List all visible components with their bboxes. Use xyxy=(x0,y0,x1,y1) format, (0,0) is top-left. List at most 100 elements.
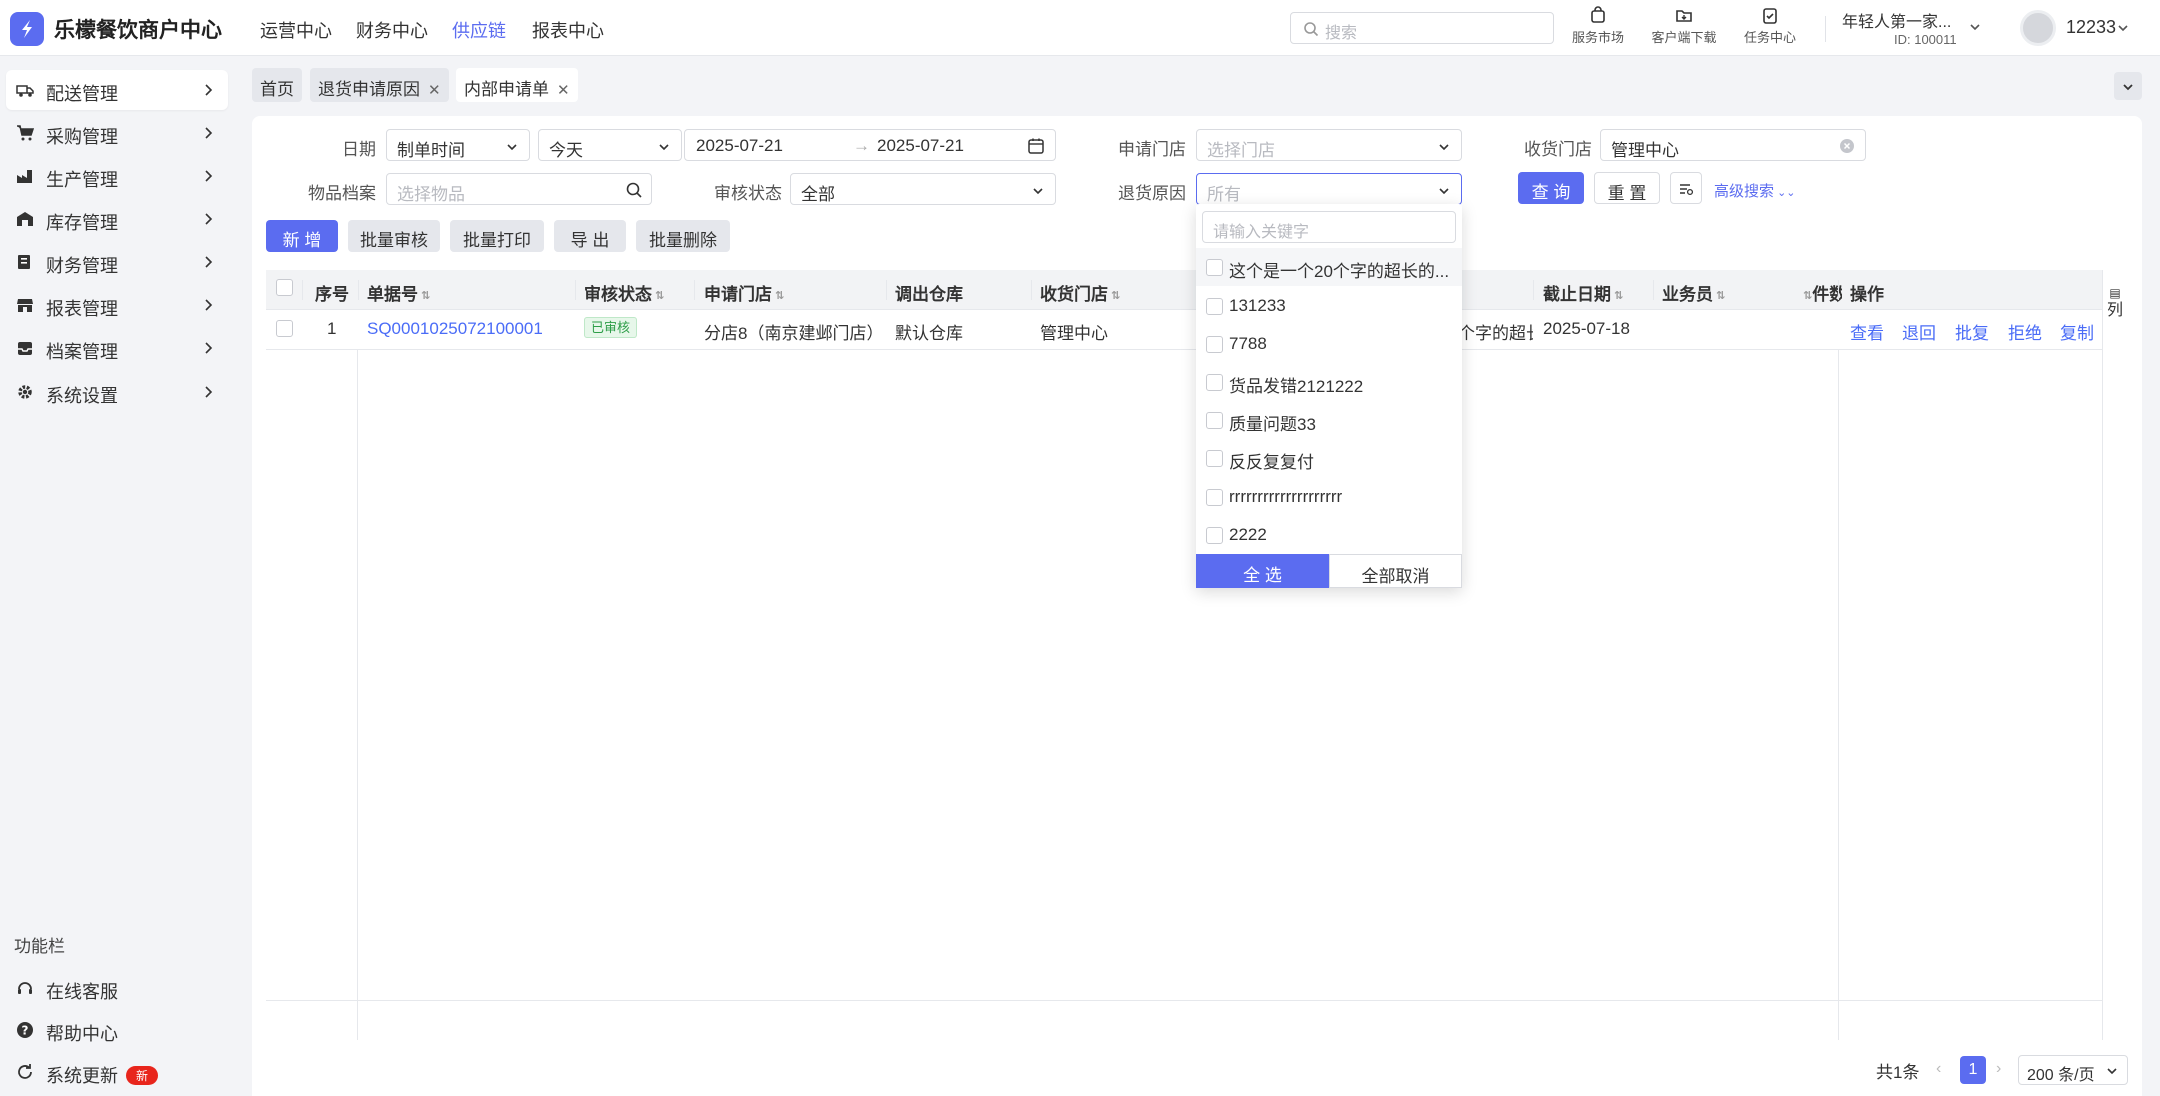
page-number-current[interactable]: 1 xyxy=(1960,1056,1986,1084)
date-start[interactable]: 2025-07-21 xyxy=(696,136,783,156)
help-center-link[interactable]: ? 帮助中心 xyxy=(6,1010,228,1050)
filter-settings-button[interactable] xyxy=(1670,172,1702,204)
dropdown-search-placeholder: 请输入关键字 xyxy=(1213,224,1310,241)
option-checkbox[interactable] xyxy=(1206,527,1223,544)
option-checkbox[interactable] xyxy=(1206,336,1223,353)
sidebar-item-distribution[interactable]: 配送管理 xyxy=(6,70,228,110)
column-header-doc-no[interactable]: 单据号 ⇅ xyxy=(367,280,430,305)
global-search-input[interactable]: 搜索 xyxy=(1290,12,1554,44)
service-market-label: 服务市场 xyxy=(1571,30,1624,45)
audit-status-select[interactable]: 全部 xyxy=(790,173,1056,205)
tab-home[interactable]: 首页 xyxy=(252,68,302,102)
batch-audit-button[interactable]: 批量审核 xyxy=(348,220,440,252)
deselect-all-button[interactable]: 全部取消 xyxy=(1329,554,1462,588)
sort-icon[interactable]: ⇅ xyxy=(1716,289,1725,302)
batch-print-button[interactable]: 批量打印 xyxy=(450,220,544,252)
chevron-down-icon[interactable] xyxy=(2116,21,2130,35)
sort-icon[interactable]: ⇅ xyxy=(421,289,430,302)
column-header-salesperson[interactable]: 业务员 ⇅ xyxy=(1662,280,1725,305)
return-reason-select[interactable]: 所有 xyxy=(1196,173,1462,205)
sidebar-item-inventory[interactable]: 库存管理 xyxy=(6,199,228,239)
dropdown-option[interactable]: 2222 xyxy=(1196,516,1462,554)
sort-icon[interactable]: ⇅ xyxy=(1803,289,1812,302)
tab-internal-request[interactable]: 内部申请单 ✕ xyxy=(456,68,578,102)
dropdown-option[interactable]: 质量问题33 xyxy=(1196,401,1462,439)
sidebar-item-production[interactable]: 生产管理 xyxy=(6,156,228,196)
tab-label: 首页 xyxy=(260,80,294,99)
clear-icon[interactable] xyxy=(1839,138,1855,154)
sort-icon[interactable]: ⇅ xyxy=(1614,289,1623,302)
sort-icon[interactable]: ⇅ xyxy=(775,289,784,302)
query-button[interactable]: 查 询 xyxy=(1518,172,1584,204)
option-checkbox[interactable] xyxy=(1206,489,1223,506)
option-checkbox[interactable] xyxy=(1206,298,1223,315)
column-header-receive-store[interactable]: 收货门店 ⇅ xyxy=(1040,280,1120,305)
date-type-select[interactable]: 制单时间 xyxy=(386,129,530,161)
dropdown-option[interactable]: 7788 xyxy=(1196,325,1462,363)
row-checkbox[interactable] xyxy=(276,320,293,337)
column-header-quantity[interactable]: ⇅件数 xyxy=(1800,280,1842,305)
date-range-picker[interactable]: 2025-07-21 → 2025-07-21 xyxy=(684,129,1056,161)
user-name[interactable]: 12233 xyxy=(2066,17,2116,38)
item-select[interactable]: 选择物品 xyxy=(386,173,652,205)
copy-link[interactable]: 复制 xyxy=(2060,319,2094,344)
return-link[interactable]: 退回 xyxy=(1902,319,1936,344)
view-link[interactable]: 查看 xyxy=(1850,319,1884,344)
dropdown-option[interactable]: 反反复复付 xyxy=(1196,439,1462,477)
nav-reports[interactable]: 报表中心 xyxy=(532,17,604,43)
close-icon[interactable]: ✕ xyxy=(557,81,570,99)
add-button[interactable]: 新 增 xyxy=(266,220,338,252)
system-update-link[interactable]: 系统更新新 xyxy=(6,1052,228,1092)
export-button[interactable]: 导 出 xyxy=(554,220,626,252)
dropdown-option[interactable]: 这个是一个20个字的超长的... xyxy=(1196,248,1462,286)
nav-finance[interactable]: 财务中心 xyxy=(356,17,428,43)
option-checkbox[interactable] xyxy=(1206,259,1223,276)
reply-link[interactable]: 批复 xyxy=(1955,319,1989,344)
column-settings-button[interactable]: ▤ 列 xyxy=(2104,284,2126,320)
sidebar-item-reports[interactable]: 报表管理 xyxy=(6,285,228,325)
sidebar-item-finance[interactable]: 财务管理 xyxy=(6,242,228,282)
column-header-apply-store[interactable]: 申请门店 ⇅ xyxy=(704,280,784,305)
date-range-select[interactable]: 今天 xyxy=(538,129,682,161)
column-header-deadline[interactable]: 截止日期 ⇅ xyxy=(1543,280,1623,305)
select-all-checkbox[interactable] xyxy=(276,279,293,296)
dropdown-option[interactable]: rrrrrrrrrrrrrrrrrrrr xyxy=(1196,478,1462,516)
column-header-audit-status[interactable]: 审核状态 ⇅ xyxy=(584,280,664,305)
nav-operations[interactable]: 运营中心 xyxy=(260,17,332,43)
avatar[interactable] xyxy=(2020,10,2056,46)
dropdown-search-input[interactable]: 请输入关键字 xyxy=(1202,211,1456,243)
client-download-button[interactable]: 客户端下载 xyxy=(1644,6,1724,46)
apply-store-select[interactable]: 选择门店 xyxy=(1196,129,1462,161)
date-end[interactable]: 2025-07-21 xyxy=(877,136,964,156)
account-switcher[interactable]: 年轻人第一家... xyxy=(1842,8,1951,32)
sort-icon[interactable]: ⇅ xyxy=(655,289,664,302)
receive-store-select[interactable]: 管理中心 xyxy=(1600,129,1866,161)
nav-supply-chain[interactable]: 供应链 xyxy=(452,17,506,43)
sort-icon[interactable]: ⇅ xyxy=(1111,289,1120,302)
prev-page-icon[interactable]: ‹ xyxy=(1936,1060,1941,1078)
search-icon xyxy=(1304,22,1319,37)
option-checkbox[interactable] xyxy=(1206,450,1223,467)
dropdown-option[interactable]: 131233 xyxy=(1196,287,1462,325)
sidebar-item-settings[interactable]: 系统设置 xyxy=(6,372,228,412)
reject-link[interactable]: 拒绝 xyxy=(2008,319,2042,344)
option-checkbox[interactable] xyxy=(1206,412,1223,429)
advanced-search-link[interactable]: 高级搜索 ⌄⌄ xyxy=(1714,180,1796,201)
task-center-button[interactable]: 任务中心 xyxy=(1730,6,1810,46)
option-checkbox[interactable] xyxy=(1206,374,1223,391)
page-size-select[interactable]: 200 条/页 xyxy=(2018,1055,2128,1085)
service-market-button[interactable]: 服务市场 xyxy=(1558,6,1638,46)
reset-button[interactable]: 重 置 xyxy=(1594,172,1660,204)
online-support-link[interactable]: 在线客服 xyxy=(6,968,228,1008)
sidebar-item-archives[interactable]: 档案管理 xyxy=(6,328,228,368)
batch-delete-button[interactable]: 批量删除 xyxy=(636,220,730,252)
sidebar-item-purchase[interactable]: 采购管理 xyxy=(6,113,228,153)
select-all-button[interactable]: 全 选 xyxy=(1196,554,1329,588)
doc-no-link[interactable]: SQ0001025072100001 xyxy=(367,319,543,339)
close-icon[interactable]: ✕ xyxy=(428,81,441,99)
chevron-down-icon[interactable] xyxy=(1968,20,1982,34)
tabs-menu-button[interactable] xyxy=(2114,72,2142,100)
dropdown-option[interactable]: 货品发错2121222 xyxy=(1196,363,1462,401)
next-page-icon[interactable]: › xyxy=(1996,1060,2001,1078)
tab-return-reason[interactable]: 退货申请原因 ✕ xyxy=(310,68,449,102)
